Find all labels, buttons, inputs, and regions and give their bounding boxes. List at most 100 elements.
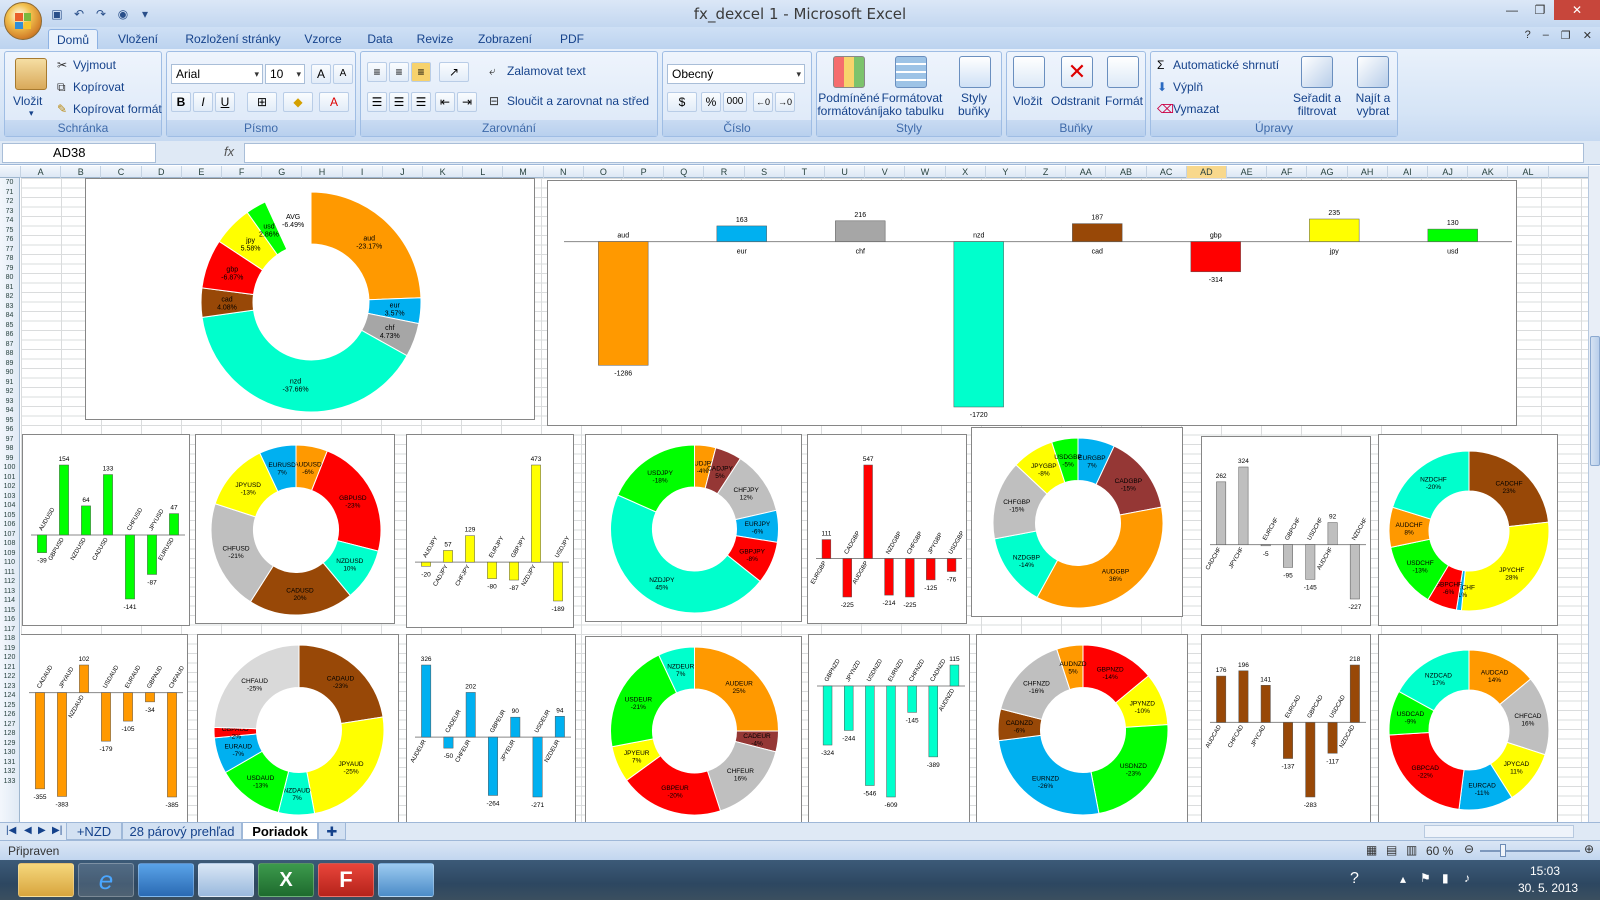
rocket-app-icon[interactable] <box>138 863 194 897</box>
view-normal-icon[interactable]: ▦ <box>1366 843 1377 857</box>
row-header[interactable]: 100 <box>0 463 19 473</box>
find-select-button[interactable]: Najít a vybrat <box>1349 92 1397 118</box>
photo-viewer-icon[interactable] <box>378 863 434 897</box>
tab-insert[interactable]: Vložení <box>108 29 168 49</box>
align-bottom-icon[interactable]: ≡ <box>411 62 431 82</box>
conditional-format-icon[interactable] <box>833 56 865 88</box>
insert-cells-icon[interactable] <box>1013 56 1045 88</box>
format-table-button[interactable]: Formátovat jako tabulku <box>877 92 947 118</box>
sheet-tab-pair-overview[interactable]: 28 párový prehľad <box>122 823 242 840</box>
row-header[interactable]: 114 <box>0 596 19 606</box>
chart-jpy-bar[interactable]: -20 AUDJPY 57 CADJPY 129 CHFJPY -80 EURJPY -87 GB… <box>406 434 574 628</box>
font-name-select[interactable]: Arial <box>171 64 263 84</box>
column-header-ak[interactable]: AK <box>1468 166 1509 178</box>
insert-cells-button[interactable]: Vložit <box>1013 94 1042 108</box>
row-header[interactable]: 127 <box>0 720 19 730</box>
column-header-g[interactable]: G <box>262 166 303 178</box>
row-header[interactable]: 103 <box>0 492 19 502</box>
row-header[interactable]: 129 <box>0 739 19 749</box>
column-header-c[interactable]: C <box>101 166 142 178</box>
help-icon[interactable]: ? <box>1525 29 1531 42</box>
wrap-text-button[interactable]: Zalamovat text <box>507 64 586 78</box>
name-box[interactable]: AD38 <box>2 143 156 163</box>
tab-formulas[interactable]: Vzorce <box>298 29 348 49</box>
column-header-s[interactable]: S <box>745 166 785 178</box>
decrease-indent-icon[interactable]: ⇤ <box>435 92 455 112</box>
column-header-aa[interactable]: AA <box>1066 166 1107 178</box>
column-header-t[interactable]: T <box>785 166 825 178</box>
chart-gbp-donut[interactable]: EURGBP 7% CADGBP -15% AUDGBP 36% NZDGBP -14% CHF… <box>971 427 1183 617</box>
clear-icon[interactable]: ⌫ <box>1157 102 1174 116</box>
row-header[interactable]: 123 <box>0 682 19 692</box>
row-header[interactable]: 101 <box>0 473 19 483</box>
formula-input[interactable] <box>244 143 1584 163</box>
cut-button[interactable]: Vyjmout <box>73 58 116 72</box>
column-header-f[interactable]: F <box>222 166 263 178</box>
column-header-ah[interactable]: AH <box>1348 166 1388 178</box>
format-table-icon[interactable] <box>895 56 927 88</box>
row-header[interactable]: 128 <box>0 729 19 739</box>
cell-styles-icon[interactable] <box>959 56 991 88</box>
column-header-z[interactable]: Z <box>1026 166 1067 178</box>
row-header[interactable]: 120 <box>0 653 19 663</box>
zoom-level[interactable]: 60 % <box>1426 844 1453 858</box>
column-header-al[interactable]: AL <box>1508 166 1549 178</box>
explorer-icon[interactable] <box>18 863 74 897</box>
sheet-tab-poriadok[interactable]: Poriadok <box>242 823 318 840</box>
chart-app-icon[interactable] <box>198 863 254 897</box>
column-header-a[interactable]: A <box>21 166 62 178</box>
qat-dropdown-icon[interactable]: ▾ <box>136 5 154 23</box>
row-header[interactable]: 113 <box>0 587 19 597</box>
tab-pdf[interactable]: PDF <box>550 29 594 49</box>
tray-flag-icon[interactable]: ⚑ <box>1420 871 1431 885</box>
row-header[interactable]: 86 <box>0 330 19 340</box>
undo-icon[interactable]: ↶ <box>70 5 88 23</box>
cell-styles-button[interactable]: Styly buňky <box>951 92 997 118</box>
column-header-m[interactable]: M <box>503 166 544 178</box>
minimize-button[interactable]: — <box>1498 0 1526 20</box>
chart-gbp-bar[interactable]: 111 EURGBP -225 CADGBP 547 AUDGBP -214 NZDGBP -2… <box>807 434 967 624</box>
thousands-button[interactable]: 000 <box>723 92 747 112</box>
tab-view[interactable]: Zobrazení <box>470 29 540 49</box>
align-top-icon[interactable]: ≡ <box>367 62 387 82</box>
office-button[interactable] <box>4 2 42 40</box>
font-size-select[interactable]: 10 <box>265 64 305 84</box>
row-header[interactable]: 87 <box>0 340 19 350</box>
font-color-icon[interactable]: A <box>319 92 349 112</box>
zoom-out-icon[interactable]: ⊖ <box>1464 842 1474 856</box>
chart-cad-bar[interactable]: 176 AUDCAD 196 CHFCAD 141 JPYCAD -137 EURCAD -28… <box>1201 634 1371 822</box>
row-header[interactable]: 82 <box>0 292 19 302</box>
align-center-icon[interactable]: ☰ <box>389 92 409 112</box>
row-header[interactable]: 118 <box>0 634 19 644</box>
zoom-slider-thumb[interactable] <box>1500 844 1506 857</box>
row-header[interactable]: 90 <box>0 368 19 378</box>
currency-icon[interactable]: $ <box>667 92 697 112</box>
column-header-ac[interactable]: AC <box>1147 166 1187 178</box>
row-header[interactable]: 88 <box>0 349 19 359</box>
column-header-b[interactable]: B <box>61 166 102 178</box>
shrink-font-button[interactable]: A <box>333 64 353 84</box>
autosum-button[interactable]: Automatické shrnutí <box>1173 58 1279 72</box>
column-header-h[interactable]: H <box>302 166 343 178</box>
tray-arrow-icon[interactable]: ▴ <box>1400 872 1406 886</box>
row-header[interactable]: 81 <box>0 283 19 293</box>
delete-cells-icon[interactable]: ✕ <box>1061 56 1093 88</box>
row-header[interactable]: 77 <box>0 245 19 255</box>
row-header[interactable]: 131 <box>0 758 19 768</box>
row-header[interactable]: 132 <box>0 767 19 777</box>
tab-data[interactable]: Data <box>358 29 402 49</box>
merge-center-button[interactable]: Sloučit a zarovnat na střed <box>507 94 649 108</box>
italic-button[interactable]: I <box>193 92 213 112</box>
view-page-layout-icon[interactable]: ▤ <box>1386 843 1397 857</box>
clear-button[interactable]: Vymazat <box>1173 102 1219 116</box>
row-header[interactable]: 125 <box>0 701 19 711</box>
borders-icon[interactable]: ⊞ <box>247 92 277 112</box>
decrease-decimal-icon[interactable]: →0 <box>775 92 795 112</box>
row-header[interactable]: 110 <box>0 558 19 568</box>
bold-button[interactable]: B <box>171 92 191 112</box>
row-header[interactable]: 124 <box>0 691 19 701</box>
row-header[interactable]: 73 <box>0 207 19 217</box>
insert-function-button[interactable]: fx <box>224 144 234 159</box>
copy-button[interactable]: Kopírovat <box>73 80 124 94</box>
row-header[interactable]: 107 <box>0 530 19 540</box>
